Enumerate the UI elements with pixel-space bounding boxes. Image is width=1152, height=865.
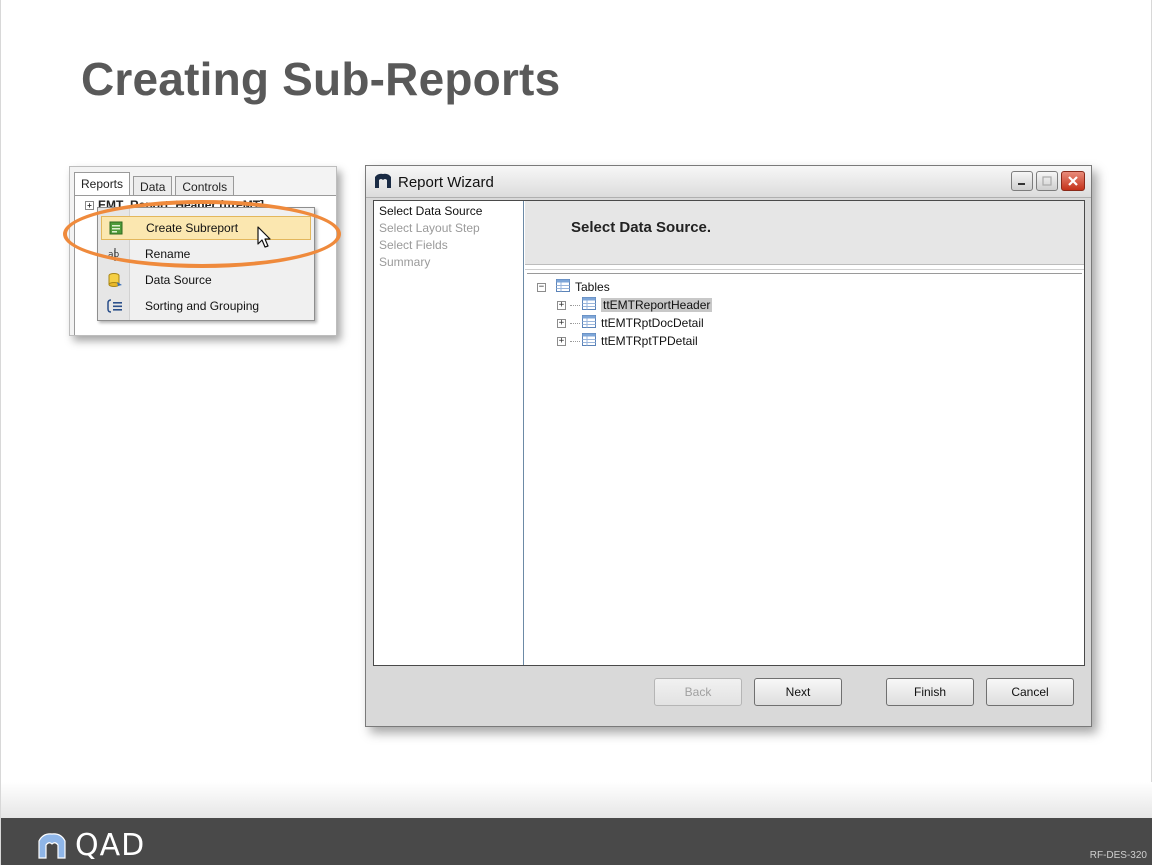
wizard-button-bar: Back Next Finish Cancel — [373, 666, 1085, 720]
footer-band: QAD RF-DES-320 — [1, 818, 1152, 865]
next-button[interactable]: Next — [754, 678, 842, 706]
tab-data[interactable]: Data — [133, 176, 173, 196]
data-source-icon — [101, 272, 129, 288]
wizard-step-title: Select Data Source. — [571, 219, 712, 236]
window-titlebar[interactable]: Report Wizard — [366, 166, 1091, 198]
step-select-data-source: Select Data Source — [379, 204, 483, 218]
collapse-icon[interactable]: − — [537, 282, 546, 292]
step-select-layout: Select Layout Step — [379, 221, 480, 235]
tree-node-label: Tables — [575, 280, 610, 294]
sorting-grouping-icon — [101, 298, 129, 314]
data-source-tree: − Tables + ttEMTReportHeader + ttEMTRptD… — [527, 273, 1082, 663]
menu-item-label: Data Source — [145, 273, 212, 287]
wizard-header: Select Data Source. — [525, 201, 1084, 265]
table-icon — [582, 333, 596, 349]
qad-logo: QAD — [37, 828, 145, 863]
step-select-fields: Select Fields — [379, 238, 448, 252]
wizard-main-panel: Select Data Source. − Tables + ttEMTRepo… — [525, 201, 1084, 665]
expand-icon[interactable]: + — [557, 336, 566, 346]
tree-node-label: ttEMTReportHeader — [601, 298, 713, 312]
wizard-client-area: Select Data Source Select Layout Step Se… — [373, 200, 1085, 666]
menu-item-sorting-grouping[interactable]: Sorting and Grouping — [101, 294, 311, 318]
designer-tabs: Reports Data Controls — [74, 172, 237, 196]
report-wizard-app-icon — [374, 173, 392, 194]
finish-button[interactable]: Finish — [886, 678, 974, 706]
slide-code: RF-DES-320 — [1089, 850, 1147, 861]
tree-node-ttemtrpttpdetail[interactable]: + ttEMTRptTPDetail — [557, 332, 698, 350]
tree-node-ttemtrptdocdetail[interactable]: + ttEMTRptDocDetail — [557, 314, 704, 332]
tree-node-label: ttEMTRptDocDetail — [601, 316, 704, 330]
tree-node-label: ttEMTRptTPDetail — [601, 334, 698, 348]
tree-connector — [570, 340, 580, 342]
tree-connector — [570, 322, 580, 324]
expand-icon[interactable]: + — [85, 201, 94, 211]
mouse-pointer-icon — [257, 226, 273, 255]
tree-connector — [570, 304, 580, 306]
header-divider — [525, 269, 1084, 270]
menu-item-label: Sorting and Grouping — [145, 299, 260, 313]
slide: Creating Sub-Reports Reports Data Contro… — [0, 0, 1152, 865]
close-icon — [1068, 176, 1078, 186]
logo-text: QAD — [75, 828, 146, 863]
slide-title: Creating Sub-Reports — [81, 53, 561, 105]
table-icon — [556, 279, 570, 295]
back-button[interactable]: Back — [654, 678, 742, 706]
menu-item-data-source[interactable]: Data Source — [101, 268, 311, 292]
expand-icon[interactable]: + — [557, 300, 566, 310]
table-icon — [582, 297, 596, 313]
tree-node-tables[interactable]: − Tables — [537, 278, 610, 296]
qad-logo-icon — [38, 832, 66, 859]
table-icon — [582, 315, 596, 331]
close-button[interactable] — [1061, 171, 1085, 191]
report-wizard-window: Report Wizard Select Data Source Select … — [365, 165, 1092, 727]
minimize-button[interactable] — [1011, 171, 1033, 191]
tree-node-ttemtreportheader[interactable]: + ttEMTReportHeader — [557, 296, 713, 314]
expand-icon[interactable]: + — [557, 318, 566, 328]
maximize-button[interactable] — [1036, 171, 1058, 191]
step-summary: Summary — [379, 255, 431, 269]
footer-gradient — [1, 782, 1152, 818]
wizard-steps-panel: Select Data Source Select Layout Step Se… — [374, 201, 524, 665]
window-title: Report Wizard — [398, 174, 494, 191]
cancel-button[interactable]: Cancel — [986, 678, 1074, 706]
tab-reports[interactable]: Reports — [74, 172, 131, 196]
tab-controls[interactable]: Controls — [175, 176, 235, 196]
highlight-ring — [63, 200, 341, 268]
